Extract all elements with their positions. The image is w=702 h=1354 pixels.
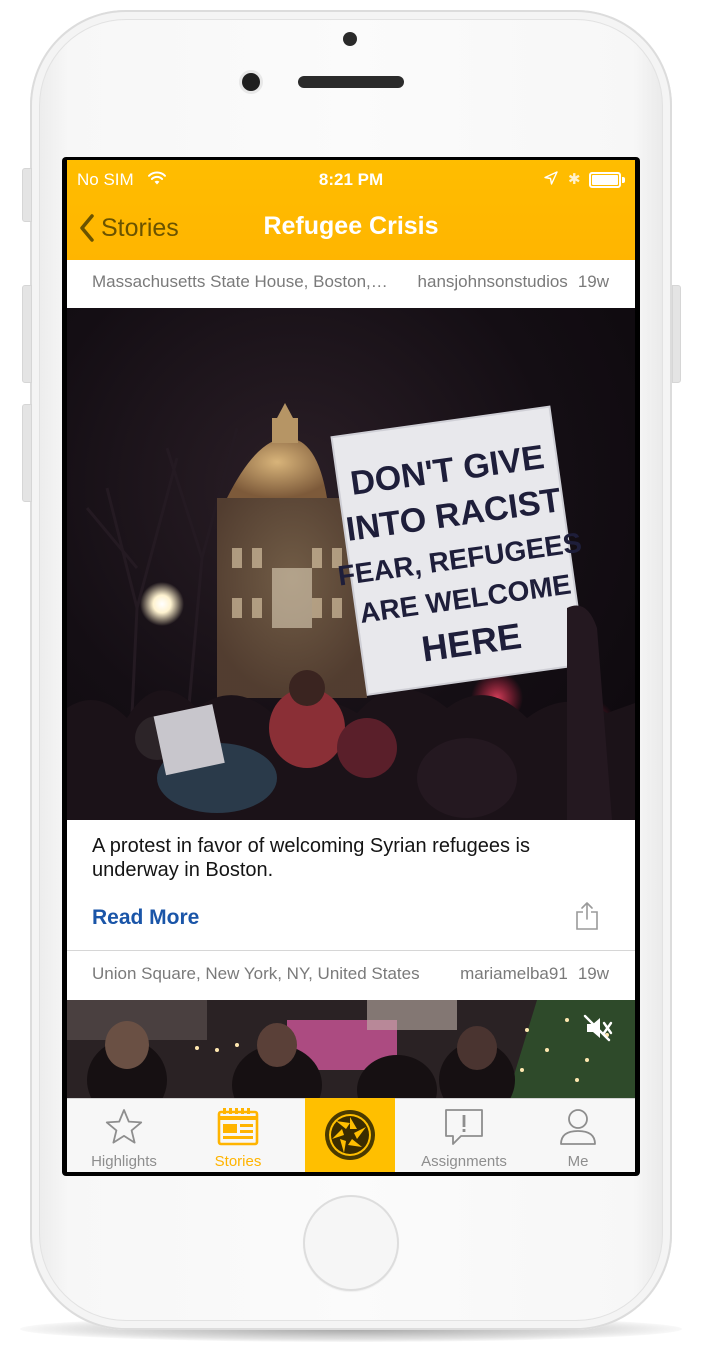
front-camera [242, 73, 260, 91]
post-age: 19w [577, 964, 609, 983]
post-user[interactable]: hansjohnsonstudios [418, 272, 568, 291]
home-button[interactable] [303, 1195, 399, 1291]
person-icon [560, 1109, 596, 1145]
proximity-sensor [343, 32, 357, 46]
post-meta: Massachusetts State House, Boston, MA, U… [67, 260, 635, 304]
post-divider [67, 950, 635, 951]
top-bar: No SIM 8:21 PM ✱ Stories Refugee Crisis [67, 160, 635, 260]
union-square-video-illustration [67, 1000, 635, 1098]
volume-down-button [22, 404, 32, 502]
post-meta: Union Square, New York, NY, United State… [67, 952, 635, 996]
volume-up-button [22, 285, 32, 383]
bluetooth-icon: ✱ [568, 171, 581, 188]
post-age: 19w [577, 272, 609, 291]
tab-highlights[interactable]: Highlights [67, 1099, 181, 1172]
stories-icon [217, 1108, 259, 1146]
post-location[interactable]: Massachusetts State House, Boston, MA, U… [92, 272, 392, 292]
assignments-icon [445, 1109, 483, 1145]
post-photo[interactable]: DON'T GIVE INTO RACIST FEAR, REFUGEES AR… [67, 308, 635, 820]
tab-bar: Highlights Stories Assignments Me [67, 1098, 635, 1172]
mute-switch [22, 168, 32, 222]
power-button [672, 285, 681, 383]
app-content: No SIM 8:21 PM ✱ Stories Refugee Crisis [67, 160, 635, 1172]
tab-label: Highlights [91, 1153, 157, 1170]
tab-label: Me [567, 1153, 589, 1170]
tab-stories[interactable]: Stories [181, 1099, 295, 1172]
tab-me[interactable]: Me [521, 1099, 635, 1172]
tab-assignments[interactable]: Assignments [407, 1099, 521, 1172]
camera-shutter-icon [325, 1110, 375, 1160]
phone-screen: No SIM 8:21 PM ✱ Stories Refugee Crisis [62, 157, 640, 1176]
post-user[interactable]: mariamelba91 [460, 964, 568, 983]
star-icon [105, 1109, 143, 1144]
post-caption: A protest in favor of welcoming Syrian r… [92, 835, 530, 881]
tab-camera[interactable] [305, 1098, 395, 1172]
battery-icon [589, 172, 625, 188]
page-title: Refugee Crisis [263, 212, 439, 240]
tab-label: Assignments [421, 1153, 507, 1170]
post-video[interactable] [67, 1000, 635, 1098]
tab-label: Stories [214, 1153, 262, 1170]
earpiece-speaker [298, 76, 404, 88]
share-icon[interactable] [575, 901, 599, 931]
post-location[interactable]: Union Square, New York, NY, United State… [92, 964, 452, 984]
protest-photo-illustration: DON'T GIVE INTO RACIST FEAR, REFUGEES AR… [67, 403, 635, 820]
location-arrow-icon [544, 171, 558, 185]
muted-speaker-icon[interactable] [583, 1014, 613, 1042]
read-more-link[interactable]: Read More [92, 906, 199, 930]
